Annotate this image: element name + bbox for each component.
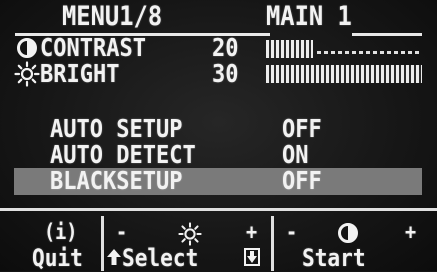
footer-separator-right bbox=[271, 216, 274, 271]
monitor-osd-menu: MENU1/8 MAIN 1 CONTRAST 20 BRIGHT 30 AUT… bbox=[0, 0, 437, 271]
option-label: AUTO SETUP bbox=[50, 114, 183, 143]
up-arrow-icon bbox=[107, 249, 121, 265]
contrast-value: 20 bbox=[212, 33, 239, 62]
bright-level-bar[interactable] bbox=[266, 65, 422, 83]
sun-icon bbox=[14, 61, 40, 87]
contrast-icon bbox=[17, 38, 37, 58]
quit-label: Quit bbox=[32, 244, 83, 272]
menu-page-title: MAIN 1 bbox=[266, 1, 352, 32]
option-label: AUTO DETECT bbox=[50, 140, 196, 169]
minus-symbol: - bbox=[116, 220, 128, 244]
option-value: OFF bbox=[282, 114, 322, 143]
start-label: Start bbox=[302, 244, 366, 272]
minus-symbol: - bbox=[286, 220, 298, 244]
bright-label: BRIGHT bbox=[40, 59, 120, 88]
sun-icon bbox=[178, 222, 202, 246]
contrast-label: CONTRAST bbox=[40, 33, 146, 62]
footer-divider bbox=[0, 208, 437, 211]
contrast-icon bbox=[338, 223, 358, 243]
header-underline-right bbox=[352, 33, 422, 36]
contrast-level-bar[interactable] bbox=[266, 40, 313, 58]
option-value: ON bbox=[282, 140, 309, 169]
down-arrow-icon bbox=[244, 248, 260, 266]
menu-page-indicator: MENU1/8 bbox=[62, 1, 163, 32]
plus-symbol: + bbox=[246, 220, 258, 244]
contrast-level-remaining bbox=[317, 51, 422, 54]
bright-value: 30 bbox=[212, 59, 239, 88]
footer-separator-left bbox=[101, 216, 104, 271]
option-value: OFF bbox=[282, 166, 322, 195]
option-label: BLACKSETUP bbox=[50, 166, 183, 195]
info-icon: (i) bbox=[44, 220, 78, 244]
select-label: Select bbox=[122, 244, 199, 272]
plus-symbol: + bbox=[405, 220, 417, 244]
